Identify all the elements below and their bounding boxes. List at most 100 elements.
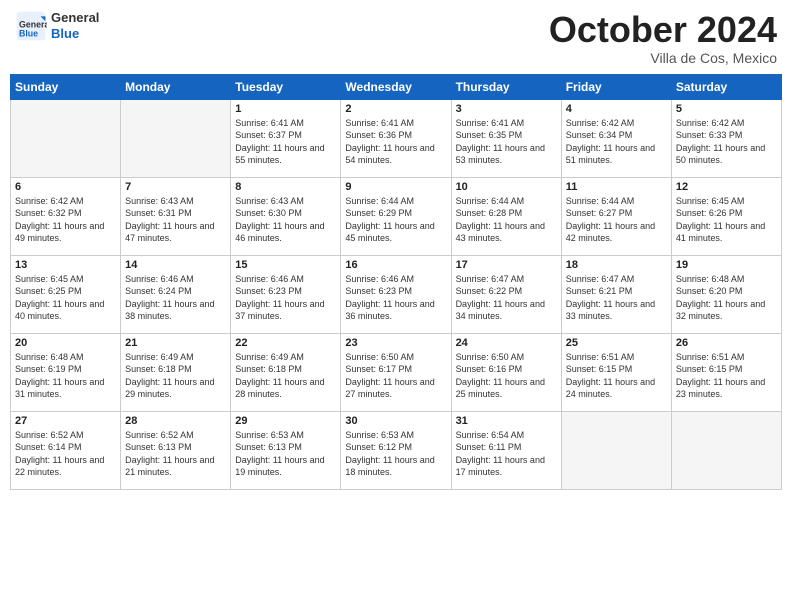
calendar-body: 1 Sunrise: 6:41 AMSunset: 6:37 PMDayligh… [11,99,782,489]
day-info: Sunrise: 6:49 AMSunset: 6:18 PMDaylight:… [235,351,336,401]
day-info: Sunrise: 6:42 AMSunset: 6:32 PMDaylight:… [15,195,116,245]
day-number: 23 [345,337,446,349]
calendar-cell: 29 Sunrise: 6:53 AMSunset: 6:13 PMDaylig… [231,411,341,489]
day-info: Sunrise: 6:53 AMSunset: 6:13 PMDaylight:… [235,429,336,479]
calendar-cell: 9 Sunrise: 6:44 AMSunset: 6:29 PMDayligh… [341,177,451,255]
calendar-cell: 13 Sunrise: 6:45 AMSunset: 6:25 PMDaylig… [11,255,121,333]
calendar-cell: 3 Sunrise: 6:41 AMSunset: 6:35 PMDayligh… [451,99,561,177]
calendar-week-1: 1 Sunrise: 6:41 AMSunset: 6:37 PMDayligh… [11,99,782,177]
day-number: 4 [566,103,667,115]
svg-text:Blue: Blue [19,28,38,38]
calendar-cell: 1 Sunrise: 6:41 AMSunset: 6:37 PMDayligh… [231,99,341,177]
day-info: Sunrise: 6:54 AMSunset: 6:11 PMDaylight:… [456,429,557,479]
day-number: 7 [125,181,226,193]
calendar-week-5: 27 Sunrise: 6:52 AMSunset: 6:14 PMDaylig… [11,411,782,489]
calendar-cell: 21 Sunrise: 6:49 AMSunset: 6:18 PMDaylig… [121,333,231,411]
day-info: Sunrise: 6:45 AMSunset: 6:25 PMDaylight:… [15,273,116,323]
page-header: General Blue General Blue October 2024 V… [10,10,782,66]
calendar-cell: 22 Sunrise: 6:49 AMSunset: 6:18 PMDaylig… [231,333,341,411]
day-info: Sunrise: 6:51 AMSunset: 6:15 PMDaylight:… [566,351,667,401]
day-info: Sunrise: 6:42 AMSunset: 6:33 PMDaylight:… [676,117,777,167]
day-number: 20 [15,337,116,349]
day-info: Sunrise: 6:44 AMSunset: 6:28 PMDaylight:… [456,195,557,245]
calendar-cell: 26 Sunrise: 6:51 AMSunset: 6:15 PMDaylig… [671,333,781,411]
weekday-header-row: SundayMondayTuesdayWednesdayThursdayFrid… [11,74,782,99]
day-number: 15 [235,259,336,271]
day-number: 8 [235,181,336,193]
day-number: 26 [676,337,777,349]
calendar-cell: 4 Sunrise: 6:42 AMSunset: 6:34 PMDayligh… [561,99,671,177]
calendar-cell [561,411,671,489]
day-info: Sunrise: 6:48 AMSunset: 6:19 PMDaylight:… [15,351,116,401]
day-number: 28 [125,415,226,427]
day-info: Sunrise: 6:49 AMSunset: 6:18 PMDaylight:… [125,351,226,401]
calendar-cell: 15 Sunrise: 6:46 AMSunset: 6:23 PMDaylig… [231,255,341,333]
day-number: 31 [456,415,557,427]
day-info: Sunrise: 6:41 AMSunset: 6:36 PMDaylight:… [345,117,446,167]
calendar-cell: 8 Sunrise: 6:43 AMSunset: 6:30 PMDayligh… [231,177,341,255]
day-number: 27 [15,415,116,427]
month-title: October 2024 [549,10,777,50]
weekday-wednesday: Wednesday [341,74,451,99]
day-info: Sunrise: 6:42 AMSunset: 6:34 PMDaylight:… [566,117,667,167]
day-number: 17 [456,259,557,271]
location-subtitle: Villa de Cos, Mexico [549,50,777,66]
day-info: Sunrise: 6:45 AMSunset: 6:26 PMDaylight:… [676,195,777,245]
calendar-table: SundayMondayTuesdayWednesdayThursdayFrid… [10,74,782,490]
calendar-cell: 14 Sunrise: 6:46 AMSunset: 6:24 PMDaylig… [121,255,231,333]
calendar-cell: 12 Sunrise: 6:45 AMSunset: 6:26 PMDaylig… [671,177,781,255]
calendar-cell: 7 Sunrise: 6:43 AMSunset: 6:31 PMDayligh… [121,177,231,255]
day-info: Sunrise: 6:48 AMSunset: 6:20 PMDaylight:… [676,273,777,323]
calendar-cell [121,99,231,177]
day-info: Sunrise: 6:50 AMSunset: 6:17 PMDaylight:… [345,351,446,401]
logo-icon: General Blue [15,10,47,42]
calendar-cell: 27 Sunrise: 6:52 AMSunset: 6:14 PMDaylig… [11,411,121,489]
calendar-cell: 28 Sunrise: 6:52 AMSunset: 6:13 PMDaylig… [121,411,231,489]
day-info: Sunrise: 6:47 AMSunset: 6:22 PMDaylight:… [456,273,557,323]
day-number: 3 [456,103,557,115]
logo: General Blue General Blue [15,10,99,42]
weekday-saturday: Saturday [671,74,781,99]
day-info: Sunrise: 6:50 AMSunset: 6:16 PMDaylight:… [456,351,557,401]
weekday-friday: Friday [561,74,671,99]
day-number: 13 [15,259,116,271]
calendar-week-3: 13 Sunrise: 6:45 AMSunset: 6:25 PMDaylig… [11,255,782,333]
day-number: 21 [125,337,226,349]
day-info: Sunrise: 6:43 AMSunset: 6:31 PMDaylight:… [125,195,226,245]
calendar-cell: 5 Sunrise: 6:42 AMSunset: 6:33 PMDayligh… [671,99,781,177]
weekday-tuesday: Tuesday [231,74,341,99]
calendar-cell: 10 Sunrise: 6:44 AMSunset: 6:28 PMDaylig… [451,177,561,255]
title-block: October 2024 Villa de Cos, Mexico [549,10,777,66]
day-number: 19 [676,259,777,271]
day-info: Sunrise: 6:41 AMSunset: 6:37 PMDaylight:… [235,117,336,167]
calendar-cell: 2 Sunrise: 6:41 AMSunset: 6:36 PMDayligh… [341,99,451,177]
weekday-sunday: Sunday [11,74,121,99]
day-number: 5 [676,103,777,115]
logo-text-general: General [51,10,99,26]
day-number: 25 [566,337,667,349]
calendar-cell: 20 Sunrise: 6:48 AMSunset: 6:19 PMDaylig… [11,333,121,411]
calendar-week-2: 6 Sunrise: 6:42 AMSunset: 6:32 PMDayligh… [11,177,782,255]
day-number: 10 [456,181,557,193]
day-number: 30 [345,415,446,427]
day-info: Sunrise: 6:52 AMSunset: 6:13 PMDaylight:… [125,429,226,479]
calendar-cell: 31 Sunrise: 6:54 AMSunset: 6:11 PMDaylig… [451,411,561,489]
day-number: 29 [235,415,336,427]
calendar-cell: 18 Sunrise: 6:47 AMSunset: 6:21 PMDaylig… [561,255,671,333]
calendar-cell [11,99,121,177]
day-number: 24 [456,337,557,349]
day-number: 22 [235,337,336,349]
calendar-cell: 23 Sunrise: 6:50 AMSunset: 6:17 PMDaylig… [341,333,451,411]
day-info: Sunrise: 6:52 AMSunset: 6:14 PMDaylight:… [15,429,116,479]
calendar-week-4: 20 Sunrise: 6:48 AMSunset: 6:19 PMDaylig… [11,333,782,411]
day-info: Sunrise: 6:46 AMSunset: 6:24 PMDaylight:… [125,273,226,323]
day-info: Sunrise: 6:44 AMSunset: 6:27 PMDaylight:… [566,195,667,245]
weekday-monday: Monday [121,74,231,99]
calendar-cell [671,411,781,489]
calendar-cell: 25 Sunrise: 6:51 AMSunset: 6:15 PMDaylig… [561,333,671,411]
day-info: Sunrise: 6:46 AMSunset: 6:23 PMDaylight:… [345,273,446,323]
day-info: Sunrise: 6:41 AMSunset: 6:35 PMDaylight:… [456,117,557,167]
day-info: Sunrise: 6:51 AMSunset: 6:15 PMDaylight:… [676,351,777,401]
day-info: Sunrise: 6:44 AMSunset: 6:29 PMDaylight:… [345,195,446,245]
day-number: 11 [566,181,667,193]
